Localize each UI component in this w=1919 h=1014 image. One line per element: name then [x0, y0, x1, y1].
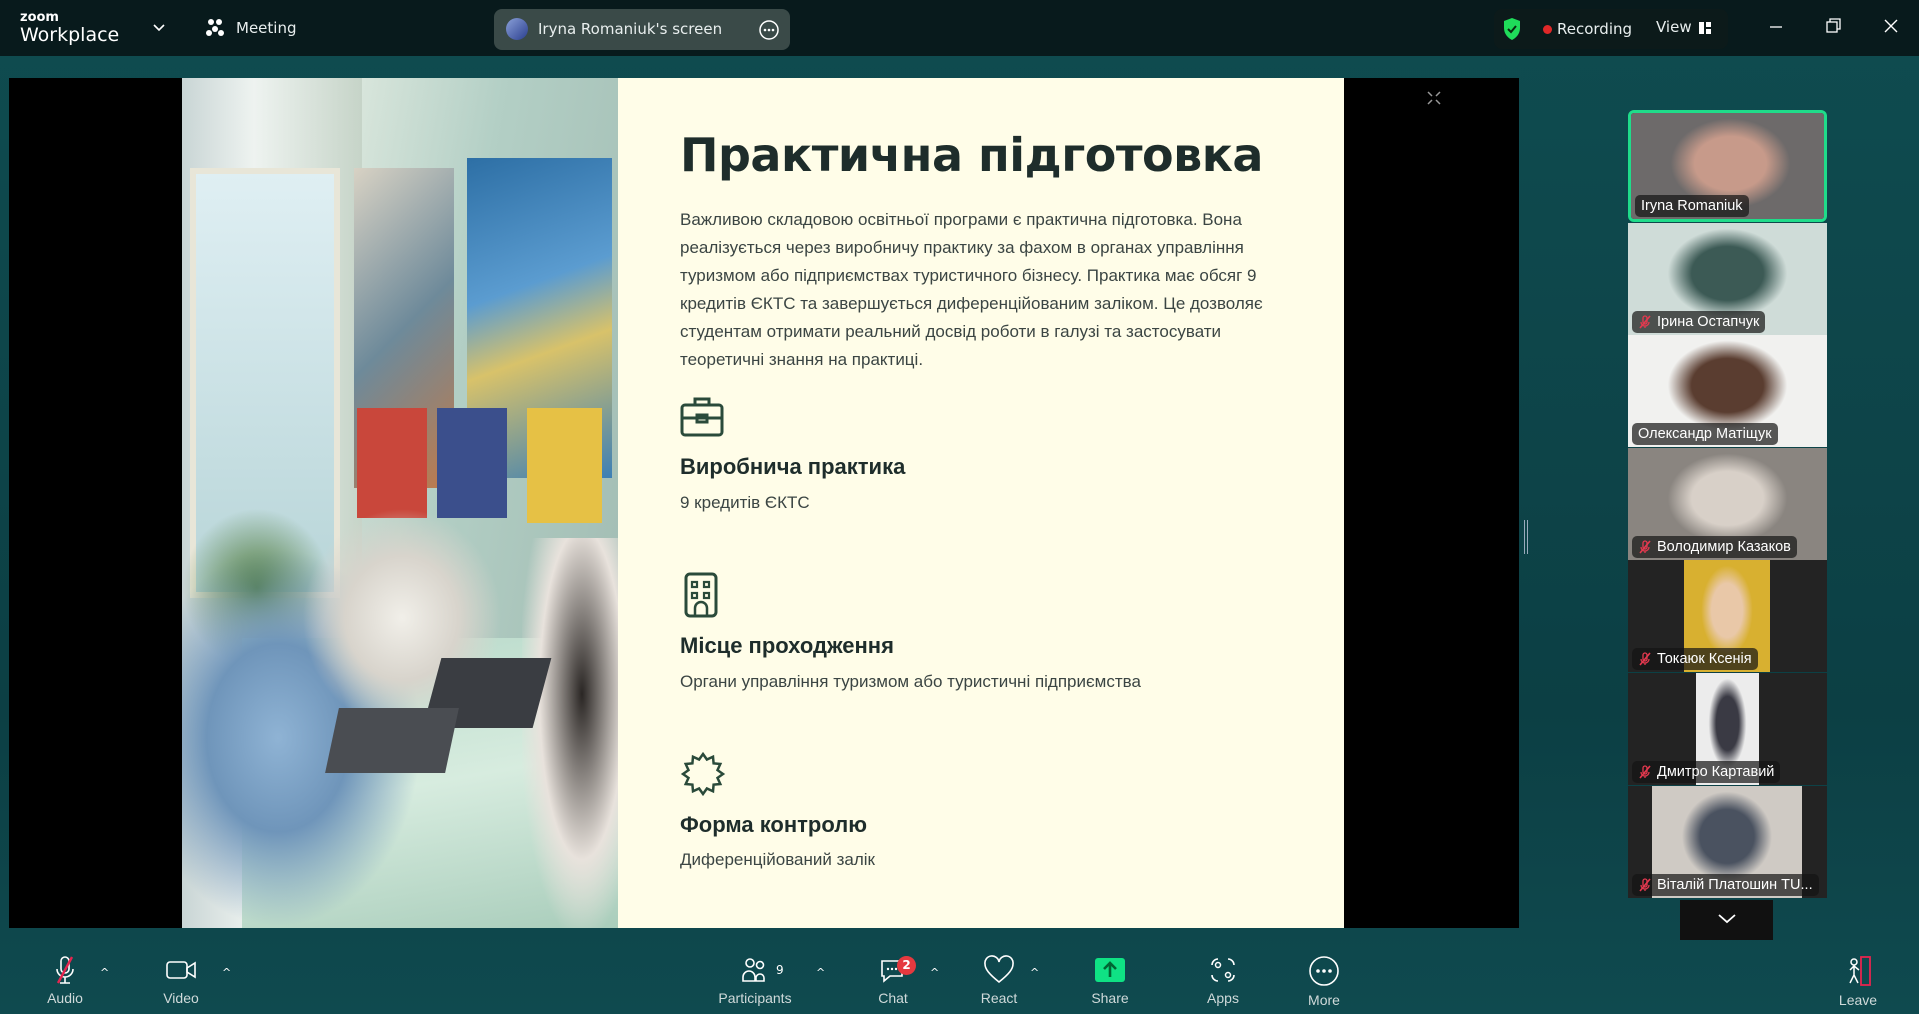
recording-status: Recording View	[1494, 9, 1728, 49]
apps-label: Apps	[1207, 990, 1239, 1006]
title-bar: zoom Workplace Meeting Iryna Romaniuk's …	[0, 0, 1919, 56]
participants-count: 9	[776, 963, 784, 977]
briefcase-icon	[680, 397, 724, 437]
more-icon	[1309, 956, 1339, 986]
chat-options-caret[interactable]: ^	[930, 966, 939, 979]
item-text: Органи управління туризмом або туристичн…	[680, 672, 1141, 691]
building-icon	[684, 572, 718, 618]
video-label: Video	[163, 990, 199, 1006]
audio-label: Audio	[47, 990, 83, 1006]
resize-handle[interactable]	[1524, 520, 1528, 554]
muted-microphone-icon	[1639, 540, 1651, 554]
react-options-caret[interactable]: ^	[1030, 966, 1039, 979]
avatar	[506, 18, 528, 40]
participant-name-label: Дмитро Картавий	[1632, 761, 1781, 783]
participant-tile[interactable]: Токаюк Ксенія	[1628, 560, 1827, 673]
participant-name-label: Віталій Платошин TU...	[1632, 873, 1819, 896]
workplace-logo: Workplace	[20, 24, 120, 46]
participant-name: Віталій Платошин TU...	[1657, 876, 1813, 893]
badge-icon	[680, 751, 726, 797]
participants-button[interactable]: Participants	[710, 955, 800, 1006]
classroom-photo	[182, 78, 618, 928]
heart-icon	[984, 955, 1014, 984]
restore-icon[interactable]	[1826, 18, 1842, 34]
chat-badge: 2	[897, 956, 916, 975]
participant-name-label: Олександр Матіщук	[1632, 423, 1778, 446]
leave-button[interactable]: Leave	[1813, 955, 1903, 1008]
participant-tile[interactable]: Олександр Матіщук	[1628, 335, 1827, 448]
audio-button[interactable]: Audio	[20, 955, 110, 1006]
microphone-muted-icon	[56, 956, 74, 984]
item-text: 9 кредитів ЄКТС	[680, 493, 810, 512]
exit-fullscreen-icon[interactable]	[1426, 90, 1442, 106]
participant-name: Токаюк Ксенія	[1657, 651, 1752, 668]
video-options-caret[interactable]: ^	[222, 966, 231, 979]
close-icon[interactable]	[1883, 18, 1899, 34]
apps-button[interactable]: Apps	[1178, 955, 1268, 1006]
react-button[interactable]: React	[954, 955, 1044, 1006]
screen-label: Iryna Romaniuk's screen	[538, 20, 723, 38]
zoom-logo: zoom	[20, 10, 59, 25]
participant-tile[interactable]: Дмитро Картавий	[1628, 673, 1827, 785]
item-text: Диференційований залік	[680, 850, 875, 869]
more-button[interactable]: More	[1279, 955, 1369, 1008]
shared-screen-indicator[interactable]: Iryna Romaniuk's screen	[494, 9, 790, 50]
audio-options-caret[interactable]: ^	[100, 966, 109, 979]
participants-options-caret[interactable]: ^	[816, 966, 825, 979]
participant-name-label: Токаюк Ксенія	[1632, 648, 1758, 671]
react-label: React	[980, 990, 1018, 1006]
video-button[interactable]: Video	[136, 955, 226, 1006]
participant-name: Iryna Romaniuk	[1641, 198, 1743, 214]
more-options-icon[interactable]	[758, 19, 780, 41]
share-label: Share	[1091, 990, 1129, 1006]
participant-tile[interactable]: Ірина Остапчук	[1628, 222, 1827, 335]
muted-microphone-icon	[1639, 765, 1651, 779]
presentation-slide: Практична підготовка Важливою складовою …	[182, 78, 1441, 928]
recording-label[interactable]: Recording	[1557, 20, 1632, 38]
participant-name: Олександр Матіщук	[1638, 426, 1772, 443]
share-screen-icon	[1095, 958, 1125, 982]
participant-name-label: Володимир Казаков	[1632, 535, 1797, 558]
apps-icon	[1211, 958, 1235, 982]
participant-name: Ірина Остапчук	[1657, 313, 1760, 330]
meeting-label: Meeting	[236, 19, 297, 37]
muted-microphone-icon	[1639, 877, 1651, 892]
meeting-icon	[206, 19, 224, 36]
grid-view-icon[interactable]	[1698, 21, 1712, 35]
shield-check-icon[interactable]	[1502, 17, 1522, 41]
participants-label: Participants	[718, 990, 792, 1006]
participant-name-label: Iryna Romaniuk	[1635, 195, 1749, 217]
chevron-down-icon[interactable]	[153, 24, 165, 32]
minimize-icon[interactable]	[1769, 22, 1783, 32]
view-button[interactable]: View	[1656, 18, 1692, 36]
share-button[interactable]: Share	[1065, 955, 1155, 1006]
video-camera-icon	[166, 961, 196, 979]
leave-label: Leave	[1838, 992, 1878, 1008]
meeting-button[interactable]: Meeting	[204, 17, 296, 39]
recording-dot	[1543, 25, 1552, 34]
participant-tile[interactable]: Iryna Romaniuk	[1628, 110, 1827, 222]
participant-name-label: Ірина Остапчук	[1632, 310, 1766, 333]
item-heading: Форма контролю	[680, 812, 868, 837]
muted-microphone-icon	[1639, 652, 1651, 666]
chevron-down-icon	[1718, 914, 1736, 924]
item-heading: Виробнича практика	[680, 454, 906, 479]
participant-name: Володимир Казаков	[1657, 538, 1791, 555]
participants-icon	[742, 958, 765, 982]
slide-title: Практична підготовка	[680, 128, 1263, 182]
chat-button[interactable]: Chat	[848, 955, 938, 1006]
more-label: More	[1308, 992, 1340, 1008]
muted-microphone-icon	[1639, 314, 1651, 329]
participant-tile[interactable]: Віталій Платошин TU...	[1628, 785, 1827, 898]
slide-paragraph: Важливою складовою освітньої програми є …	[680, 210, 1263, 369]
scroll-down-button[interactable]	[1680, 900, 1773, 940]
item-heading: Місце проходження	[680, 633, 894, 658]
leave-icon	[1849, 956, 1871, 986]
chat-label: Chat	[878, 990, 908, 1006]
participant-tile[interactable]: Володимир Казаков	[1628, 447, 1827, 560]
participant-name: Дмитро Картавий	[1657, 764, 1775, 780]
